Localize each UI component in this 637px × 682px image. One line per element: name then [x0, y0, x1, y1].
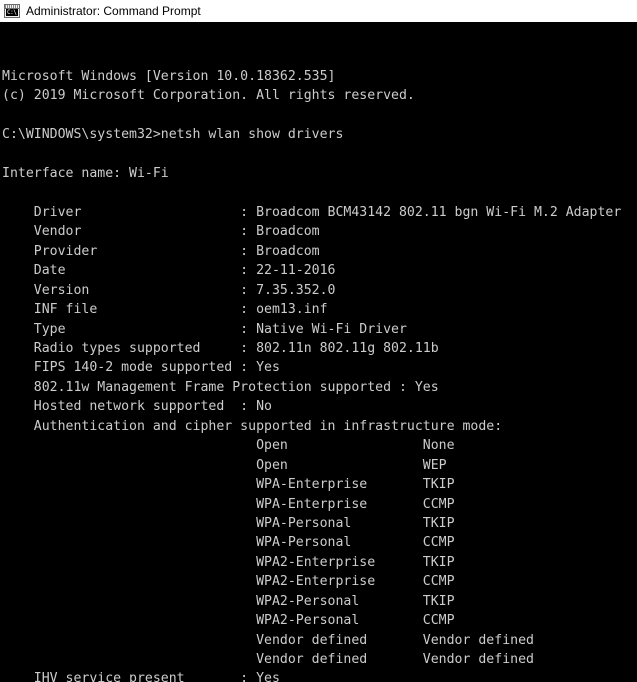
console-line: Radio types supported : 802.11n 802.11g … — [2, 339, 637, 358]
console-line: Type : Native Wi-Fi Driver — [2, 320, 637, 339]
console-line — [2, 106, 637, 125]
console-line: C:\WINDOWS\system32>netsh wlan show driv… — [2, 125, 637, 144]
console-line: Vendor : Broadcom — [2, 222, 637, 241]
console-line: Hosted network supported : No — [2, 397, 637, 416]
console-line: FIPS 140-2 mode supported : Yes — [2, 358, 637, 377]
console-line: (c) 2019 Microsoft Corporation. All righ… — [2, 86, 637, 105]
console-line: WPA2-Personal CCMP — [2, 611, 637, 630]
command-prompt-window: C:\ Administrator: Command Prompt Micros… — [0, 0, 637, 682]
console-line: INF file : oem13.inf — [2, 300, 637, 319]
console-line: Open WEP — [2, 456, 637, 475]
console-line: Vendor defined Vendor defined — [2, 631, 637, 650]
console-line — [2, 145, 637, 164]
console-line — [2, 184, 637, 203]
console-line: Authentication and cipher supported in i… — [2, 417, 637, 436]
command-prompt-icon: C:\ — [4, 4, 20, 18]
console-line: WPA-Enterprise CCMP — [2, 495, 637, 514]
console-line: WPA-Enterprise TKIP — [2, 475, 637, 494]
console-text: Microsoft Windows [Version 10.0.18362.53… — [2, 67, 637, 682]
console-line: WPA2-Enterprise TKIP — [2, 553, 637, 572]
icon-prompt-glyph: C:\ — [6, 9, 18, 16]
console-line: Vendor defined Vendor defined — [2, 650, 637, 669]
console-line: IHV service present : Yes — [2, 669, 637, 682]
console-line: WPA2-Personal TKIP — [2, 592, 637, 611]
console-line: Microsoft Windows [Version 10.0.18362.53… — [2, 67, 637, 86]
console-output-area[interactable]: Microsoft Windows [Version 10.0.18362.53… — [0, 22, 637, 682]
console-line: Date : 22-11-2016 — [2, 261, 637, 280]
console-line: Interface name: Wi-Fi — [2, 164, 637, 183]
console-line: Driver : Broadcom BCM43142 802.11 bgn Wi… — [2, 203, 637, 222]
window-title: Administrator: Command Prompt — [26, 4, 201, 18]
console-line: WPA2-Enterprise CCMP — [2, 572, 637, 591]
console-line: WPA-Personal CCMP — [2, 533, 637, 552]
console-line: 802.11w Management Frame Protection supp… — [2, 378, 637, 397]
console-line: WPA-Personal TKIP — [2, 514, 637, 533]
title-bar[interactable]: C:\ Administrator: Command Prompt — [0, 0, 637, 22]
console-line: Provider : Broadcom — [2, 242, 637, 261]
console-line: Version : 7.35.352.0 — [2, 281, 637, 300]
console-line: Open None — [2, 436, 637, 455]
